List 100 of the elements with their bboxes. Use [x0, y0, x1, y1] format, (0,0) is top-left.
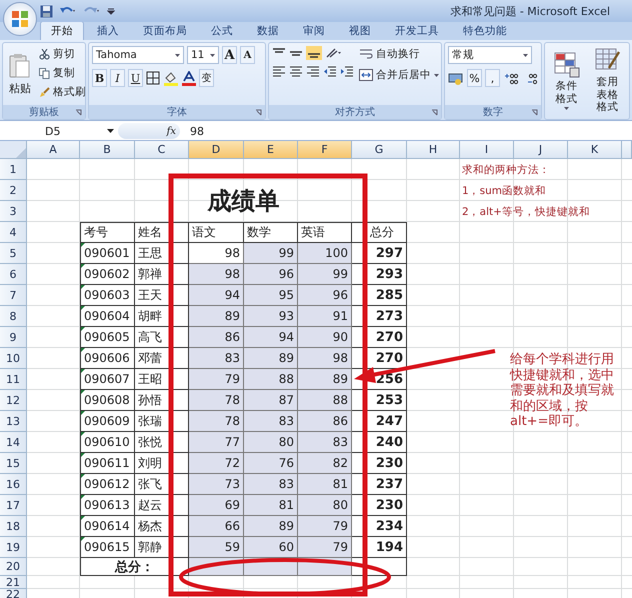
- row-header[interactable]: 6: [0, 264, 27, 285]
- row-header[interactable]: 15: [0, 453, 27, 474]
- table-cell: 赵云: [135, 495, 189, 516]
- ribbon-tab[interactable]: 开始: [40, 21, 84, 40]
- ribbon-tab[interactable]: 开发工具: [384, 21, 450, 40]
- caret-icon: [175, 54, 180, 56]
- formula-input[interactable]: 98: [186, 124, 632, 138]
- comma-style-button[interactable]: ,: [485, 69, 500, 87]
- row-header[interactable]: 5: [0, 243, 27, 264]
- text-orientation-icon[interactable]: [325, 47, 341, 59]
- row-header[interactable]: 8: [0, 306, 27, 327]
- name-box[interactable]: D5: [0, 123, 118, 139]
- office-button[interactable]: [3, 2, 37, 36]
- ribbon-tab[interactable]: 公式: [200, 21, 244, 40]
- row-header[interactable]: 10: [0, 348, 27, 369]
- row-header[interactable]: 1: [0, 159, 27, 180]
- row-header[interactable]: 14: [0, 432, 27, 453]
- increase-indent-icon[interactable]: [340, 65, 354, 77]
- save-icon[interactable]: [40, 4, 53, 18]
- align-bottom-icon[interactable]: [306, 46, 322, 60]
- ribbon-tab[interactable]: 特色功能: [452, 21, 518, 40]
- clipboard-command[interactable]: 格式刷: [38, 84, 87, 100]
- shrink-font-button[interactable]: A: [240, 46, 255, 64]
- currency-icon[interactable]: [448, 72, 464, 84]
- ribbon-tab[interactable]: 视图: [338, 21, 382, 40]
- row-header[interactable]: 2: [0, 180, 27, 201]
- ribbon-tab[interactable]: 插入: [86, 21, 130, 40]
- row-header[interactable]: 9: [0, 327, 27, 348]
- table-cell: 89: [298, 369, 352, 390]
- decrease-indent-icon[interactable]: [323, 65, 337, 77]
- table-cell: 234: [352, 516, 407, 537]
- row-header[interactable]: 20: [0, 558, 27, 576]
- column-header[interactable]: H: [407, 141, 460, 159]
- align-right-icon[interactable]: [306, 65, 320, 77]
- ribbon-tab[interactable]: 页面布局: [132, 21, 198, 40]
- align-left-icon[interactable]: [272, 65, 286, 77]
- increase-decimal-icon[interactable]: [503, 72, 519, 84]
- conditional-format-button[interactable]: 条件格式: [548, 46, 585, 116]
- row-header[interactable]: 21: [0, 576, 27, 589]
- clipboard-command[interactable]: 剪切: [38, 46, 87, 62]
- column-header[interactable]: B: [80, 141, 135, 159]
- table-cell: 230: [352, 495, 407, 516]
- row-header[interactable]: 13: [0, 411, 27, 432]
- merge-center-button[interactable]: 合并后居中: [358, 67, 440, 83]
- font-color-icon[interactable]: [182, 70, 196, 86]
- column-header[interactable]: G: [352, 141, 407, 159]
- dialog-launcher-icon[interactable]: [75, 109, 82, 116]
- font-name-dropdown[interactable]: Tahoma: [92, 46, 184, 64]
- wrap-text-button[interactable]: 自动换行: [358, 46, 440, 62]
- insert-function-button[interactable]: fx: [166, 126, 176, 136]
- column-header[interactable]: F: [298, 141, 352, 159]
- dialog-launcher-icon[interactable]: [431, 109, 438, 116]
- copy-icon: [39, 68, 50, 78]
- number-format-dropdown[interactable]: 常规: [448, 46, 532, 64]
- table-cell: 98: [298, 348, 352, 369]
- clipboard-command[interactable]: 复制: [38, 65, 87, 81]
- table-cell: 090615: [80, 537, 135, 558]
- row-header[interactable]: 12: [0, 390, 27, 411]
- column-header[interactable]: C: [135, 141, 189, 159]
- column-header[interactable]: A: [27, 141, 80, 159]
- column-header[interactable]: I: [460, 141, 514, 159]
- row-header[interactable]: 7: [0, 285, 27, 306]
- align-center-icon[interactable]: [289, 65, 303, 77]
- column-header[interactable]: E: [244, 141, 298, 159]
- font-style-button[interactable]: B: [92, 69, 107, 87]
- row-header[interactable]: 19: [0, 537, 27, 558]
- row-header[interactable]: 16: [0, 474, 27, 495]
- column-header[interactable]: K: [568, 141, 622, 159]
- row-header[interactable]: 22: [0, 589, 27, 598]
- group-label: 对齐方式: [335, 106, 375, 119]
- ribbon-tab[interactable]: 审阅: [292, 21, 336, 40]
- table-cell: 78: [189, 390, 244, 411]
- note-text: 2，alt+等号，快捷键就和: [461, 204, 591, 220]
- borders-icon[interactable]: [146, 71, 160, 85]
- table-cell: 73: [189, 474, 244, 495]
- font-style-button[interactable]: I: [110, 69, 125, 87]
- table-cell: 273: [352, 306, 407, 327]
- grow-font-button[interactable]: A: [222, 46, 237, 64]
- row-header[interactable]: 18: [0, 516, 27, 537]
- table-cell: 张瑞: [135, 411, 189, 432]
- fill-color-icon[interactable]: [163, 70, 179, 86]
- row-header[interactable]: 11: [0, 369, 27, 390]
- phonetic-guide-button[interactable]: 变: [199, 69, 214, 87]
- dialog-launcher-icon[interactable]: [531, 109, 538, 116]
- customize-caret-icon[interactable]: [107, 7, 115, 15]
- format-as-table-button[interactable]: 套用 表格格式: [589, 46, 626, 116]
- font-size-dropdown[interactable]: 11: [187, 46, 219, 64]
- row-header[interactable]: 17: [0, 495, 27, 516]
- row-header[interactable]: 3: [0, 201, 27, 222]
- dialog-launcher-icon[interactable]: [255, 109, 262, 116]
- table-cell: 69: [189, 495, 244, 516]
- table-cell: 94: [189, 285, 244, 306]
- font-style-button[interactable]: U: [128, 69, 143, 87]
- table-cell: 090609: [80, 411, 135, 432]
- paste-button[interactable]: 粘贴: [6, 46, 34, 102]
- row-header[interactable]: 4: [0, 222, 27, 243]
- column-header[interactable]: D: [189, 141, 244, 159]
- ribbon-tab[interactable]: 数据: [246, 21, 290, 40]
- percent-button[interactable]: %: [467, 69, 482, 87]
- column-header[interactable]: J: [514, 141, 568, 159]
